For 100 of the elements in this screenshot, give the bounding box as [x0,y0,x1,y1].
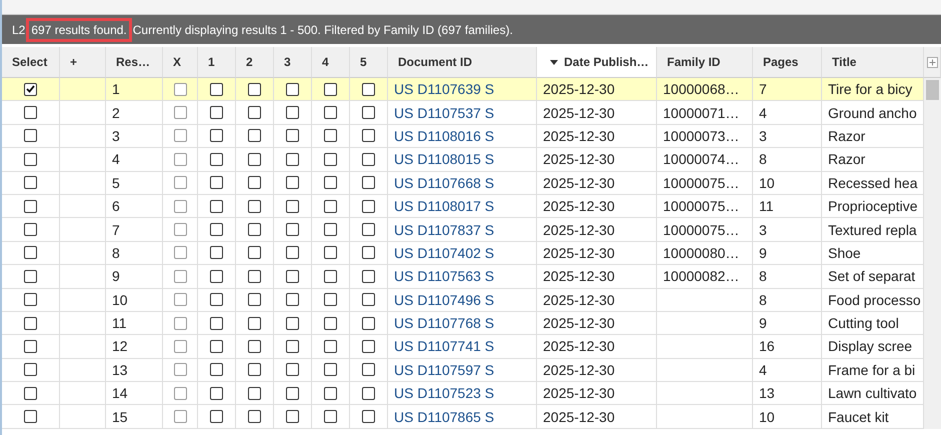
exclude-checkbox[interactable] [174,200,186,213]
rating-checkbox[interactable] [362,386,375,400]
rating-checkbox[interactable] [324,223,337,236]
rating-checkbox[interactable] [286,106,299,120]
rating-checkbox[interactable] [248,200,261,213]
rating-checkbox[interactable] [248,82,261,96]
select-checkbox[interactable] [24,223,37,236]
rating-checkbox[interactable] [362,316,375,330]
exclude-checkbox[interactable] [174,106,186,120]
column-header[interactable]: Title [822,47,924,78]
rating-checkbox[interactable] [324,410,337,424]
rating-checkbox[interactable] [210,386,223,400]
rating-checkbox[interactable] [362,340,375,353]
rating-checkbox[interactable] [362,223,375,236]
column-header[interactable]: + [60,47,106,78]
document-link[interactable]: US D1107496 S [394,292,494,308]
rating-checkbox[interactable] [362,106,375,120]
rating-checkbox[interactable] [286,176,299,190]
rating-checkbox[interactable] [248,152,261,166]
rating-checkbox[interactable] [210,363,223,376]
rating-checkbox[interactable] [286,129,299,142]
document-link[interactable]: US D1108015 S [394,151,494,168]
rating-checkbox[interactable] [362,152,375,166]
rating-checkbox[interactable] [324,316,337,330]
select-checkbox[interactable] [24,316,37,330]
rating-checkbox[interactable] [362,82,375,96]
column-header[interactable]: Family ID [657,47,753,78]
exclude-checkbox[interactable] [174,176,186,190]
exclude-checkbox[interactable] [174,246,186,260]
rating-checkbox[interactable] [210,82,223,96]
rating-checkbox[interactable] [210,340,223,353]
select-checkbox[interactable] [24,340,37,353]
rating-checkbox[interactable] [324,293,337,306]
rating-checkbox[interactable] [362,200,375,213]
rating-checkbox[interactable] [210,316,223,330]
rating-checkbox[interactable] [286,270,299,283]
rating-checkbox[interactable] [286,246,299,260]
rating-checkbox[interactable] [324,152,337,166]
rating-checkbox[interactable] [324,200,337,213]
exclude-checkbox[interactable] [174,152,186,166]
select-checkbox[interactable] [24,363,37,376]
rating-checkbox[interactable] [362,363,375,376]
column-header[interactable]: 3 [274,47,312,78]
exclude-checkbox[interactable] [174,223,186,236]
document-link[interactable]: US D1108017 S [394,198,494,214]
rating-checkbox[interactable] [210,246,223,260]
column-header[interactable]: 2 [236,47,274,78]
rating-checkbox[interactable] [210,410,223,424]
rating-checkbox[interactable] [362,176,375,190]
document-link[interactable]: US D1107668 S [394,174,494,191]
rating-checkbox[interactable] [286,340,299,353]
rating-checkbox[interactable] [210,270,223,283]
rating-checkbox[interactable] [324,340,337,353]
exclude-checkbox[interactable] [174,82,186,96]
rating-checkbox[interactable] [286,82,299,96]
document-link[interactable]: US D1107563 S [394,268,494,284]
rating-checkbox[interactable] [248,176,261,190]
rating-checkbox[interactable] [286,410,299,424]
column-header[interactable]: Select [2,47,60,78]
select-checkbox[interactable] [24,129,37,142]
rating-checkbox[interactable] [324,129,337,142]
select-checkbox[interactable] [24,246,37,260]
document-link[interactable]: US D1107865 S [394,408,494,425]
rating-checkbox[interactable] [248,410,261,424]
document-link[interactable]: US D1107741 S [394,338,494,354]
rating-checkbox[interactable] [286,293,299,306]
rating-checkbox[interactable] [248,386,261,400]
rating-checkbox[interactable] [362,129,375,142]
rating-checkbox[interactable] [210,200,223,213]
add-column-icon[interactable] [926,56,938,68]
select-checkbox[interactable] [24,106,37,120]
rating-checkbox[interactable] [248,363,261,376]
column-header[interactable]: Pages [753,47,822,78]
document-link[interactable]: US D1107537 S [394,104,494,121]
exclude-checkbox[interactable] [174,363,186,376]
rating-checkbox[interactable] [362,246,375,260]
rating-checkbox[interactable] [286,152,299,166]
column-header[interactable]: Res… [106,47,163,78]
document-link[interactable]: US D1107837 S [394,222,494,238]
rating-checkbox[interactable] [248,106,261,120]
exclude-checkbox[interactable] [174,316,186,330]
column-header[interactable]: 5 [350,47,388,78]
rating-checkbox[interactable] [210,106,223,120]
rating-checkbox[interactable] [248,316,261,330]
rating-checkbox[interactable] [210,152,223,166]
rating-checkbox[interactable] [210,293,223,306]
rating-checkbox[interactable] [286,200,299,213]
rating-checkbox[interactable] [324,106,337,120]
document-link[interactable]: US D1107523 S [394,385,494,402]
select-checkbox[interactable] [24,82,37,96]
rating-checkbox[interactable] [286,223,299,236]
rating-checkbox[interactable] [286,363,299,376]
document-link[interactable]: US D1107768 S [394,315,494,332]
scrollbar-thumb[interactable] [926,80,939,100]
rating-checkbox[interactable] [286,386,299,400]
rating-checkbox[interactable] [248,340,261,353]
select-checkbox[interactable] [24,293,37,306]
rating-checkbox[interactable] [286,316,299,330]
document-link[interactable]: US D1107597 S [394,362,494,378]
rating-checkbox[interactable] [324,386,337,400]
